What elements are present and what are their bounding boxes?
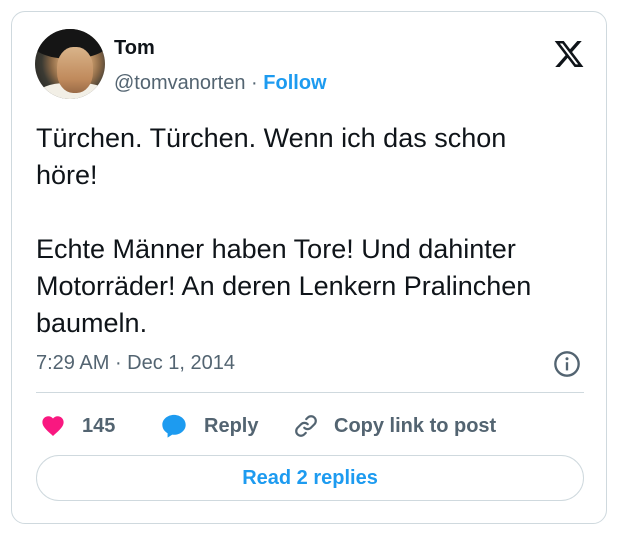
author-handle[interactable]: @tomvanorten (114, 72, 245, 94)
tweet-card: Tom @tomvanorten · Follow Türchen. Türch… (11, 11, 607, 524)
avatar[interactable] (35, 29, 105, 99)
copy-link-button[interactable]: Copy link to post (292, 408, 496, 444)
read-replies-button[interactable]: Read 2 replies (36, 455, 584, 501)
reply-label: Reply (204, 414, 259, 437)
tweet-date[interactable]: Dec 1, 2014 (127, 352, 235, 374)
tweet-meta: 7:29 AM · Dec 1, 2014 (36, 352, 235, 375)
divider (36, 392, 584, 393)
heart-icon (42, 416, 64, 436)
info-icon[interactable] (553, 350, 581, 378)
link-icon (295, 415, 317, 437)
reply-bubble-icon (162, 414, 186, 438)
like-count: 145 (82, 414, 116, 437)
like-button[interactable]: 145 (40, 408, 115, 444)
handle-separator: · (245, 72, 264, 94)
tweet-text: Türchen. Türchen. Wenn ich das schon hör… (36, 123, 532, 338)
reply-button[interactable]: Reply (160, 408, 258, 444)
meta-separator: · (109, 352, 128, 374)
x-logo-icon[interactable] (553, 38, 585, 70)
tweet-time[interactable]: 7:29 AM (36, 352, 109, 374)
follow-button[interactable]: Follow (263, 72, 326, 94)
author-handle-line: @tomvanorten · Follow (114, 72, 327, 95)
author-name[interactable]: Tom (114, 37, 155, 60)
copy-link-label: Copy link to post (334, 414, 497, 437)
